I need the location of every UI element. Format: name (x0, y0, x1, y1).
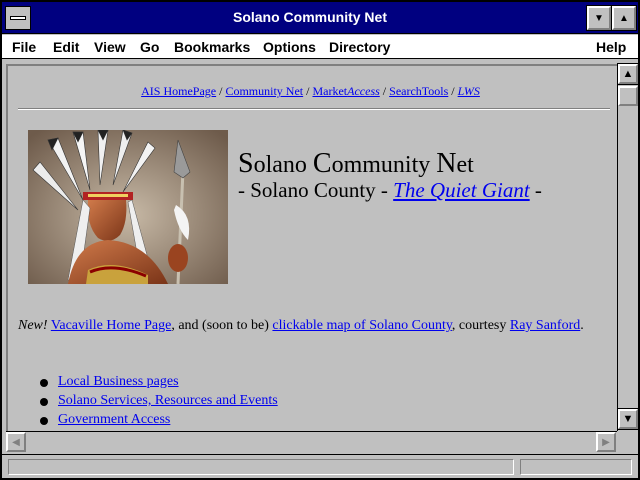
announcement-text: , and (soon to be) (171, 318, 273, 333)
link-solano-services[interactable]: Solano Services, Resources and Events (58, 393, 278, 408)
scroll-left-button[interactable]: ◀ (6, 432, 26, 452)
page-content: AIS HomePage / Community Net / MarketAcc… (6, 64, 617, 431)
link-access-text: Access (347, 84, 380, 98)
link-vacaville-home[interactable]: Vacaville Home Page (51, 318, 172, 333)
vertical-scrollbar[interactable]: ▲ ▼ (617, 63, 639, 431)
link-community-net[interactable]: Community Net (225, 84, 303, 98)
horizontal-rule (18, 108, 610, 110)
menu-file[interactable]: File (12, 39, 36, 55)
menu-help[interactable]: Help (596, 39, 626, 55)
list-item: Government Access (38, 412, 278, 431)
title-word-olano: olano (253, 152, 313, 178)
maximize-icon: ▲ (619, 12, 629, 24)
scroll-down-button[interactable]: ▼ (617, 408, 639, 430)
announcement-text: , courtesy (451, 318, 510, 333)
services-list: Local Business pages Solano Services, Re… (38, 374, 278, 431)
maximize-button[interactable]: ▲ (611, 5, 637, 31)
menu-edit[interactable]: Edit (53, 39, 79, 55)
menu-go[interactable]: Go (140, 39, 159, 55)
vertical-scroll-thumb[interactable] (618, 86, 638, 106)
chief-image (28, 130, 228, 284)
system-menu-button[interactable] (5, 6, 31, 30)
bullet-icon (40, 379, 48, 387)
title-word-et: et (456, 152, 474, 178)
page-subtitle: - Solano County - The Quiet Giant - (238, 178, 542, 203)
title-initial-s: S (238, 148, 254, 179)
minimize-button[interactable]: ▼ (586, 5, 612, 31)
link-government-access[interactable]: Government Access (58, 412, 170, 427)
menu-view[interactable]: View (94, 39, 126, 55)
menu-bar: File Edit View Go Bookmarks Options Dire… (2, 35, 638, 59)
link-local-business[interactable]: Local Business pages (58, 374, 179, 389)
browser-window: Solano Community Net ▼ ▲ File Edit View … (0, 0, 640, 480)
link-market-access[interactable]: MarketAccess (312, 84, 379, 98)
nav-separator: / (379, 84, 390, 98)
title-initial-c: C (312, 148, 332, 179)
title-initial-n: N (436, 148, 457, 179)
bullet-icon (40, 417, 48, 425)
status-bar (2, 454, 638, 478)
menu-bookmarks[interactable]: Bookmarks (174, 39, 250, 55)
bullet-icon (40, 398, 48, 406)
link-lws[interactable]: LWS (458, 84, 480, 98)
nav-separator: / (448, 84, 458, 98)
link-quiet-giant[interactable]: The Quiet Giant (393, 178, 530, 202)
link-searchtools[interactable]: SearchTools (389, 84, 448, 98)
minimize-icon: ▼ (594, 12, 604, 24)
new-label: New! (18, 318, 48, 333)
page-title: Solano Community Net (238, 148, 474, 180)
link-ray-sanford[interactable]: Ray Sanford (510, 318, 580, 333)
announcement-paragraph: New! Vacaville Home Page, and (soon to b… (18, 316, 608, 335)
link-market-text: Market (312, 84, 348, 98)
menu-options[interactable]: Options (263, 39, 316, 55)
horizontal-scrollbar[interactable]: ◀ ▶ (6, 431, 617, 452)
scroll-right-button[interactable]: ▶ (596, 432, 616, 452)
arrow-right-icon: ▶ (602, 436, 610, 448)
status-text (8, 459, 514, 475)
system-menu-icon (10, 16, 26, 20)
nav-links: AIS HomePage / Community Net / MarketAcc… (8, 84, 613, 99)
link-ais-homepage[interactable]: AIS HomePage (141, 84, 216, 98)
window-title: Solano Community Net (232, 9, 387, 25)
subtitle-prefix: - Solano County - (238, 178, 394, 202)
arrow-down-icon: ▼ (622, 413, 634, 425)
scroll-up-button[interactable]: ▲ (617, 63, 639, 85)
subtitle-suffix: - (529, 178, 542, 202)
list-item: Solano Services, Resources and Events (38, 393, 278, 412)
title-word-ommunity: ommunity (331, 152, 437, 178)
arrow-up-icon: ▲ (622, 68, 634, 80)
arrow-left-icon: ◀ (12, 436, 20, 448)
title-bar[interactable]: Solano Community Net ▼ ▲ (2, 2, 638, 34)
menu-directory[interactable]: Directory (329, 39, 390, 55)
list-item: Local Business pages (38, 374, 278, 393)
progress-indicator (520, 459, 632, 475)
link-clickable-map[interactable]: clickable map of Solano County (272, 318, 452, 333)
announcement-text: . (580, 318, 584, 333)
